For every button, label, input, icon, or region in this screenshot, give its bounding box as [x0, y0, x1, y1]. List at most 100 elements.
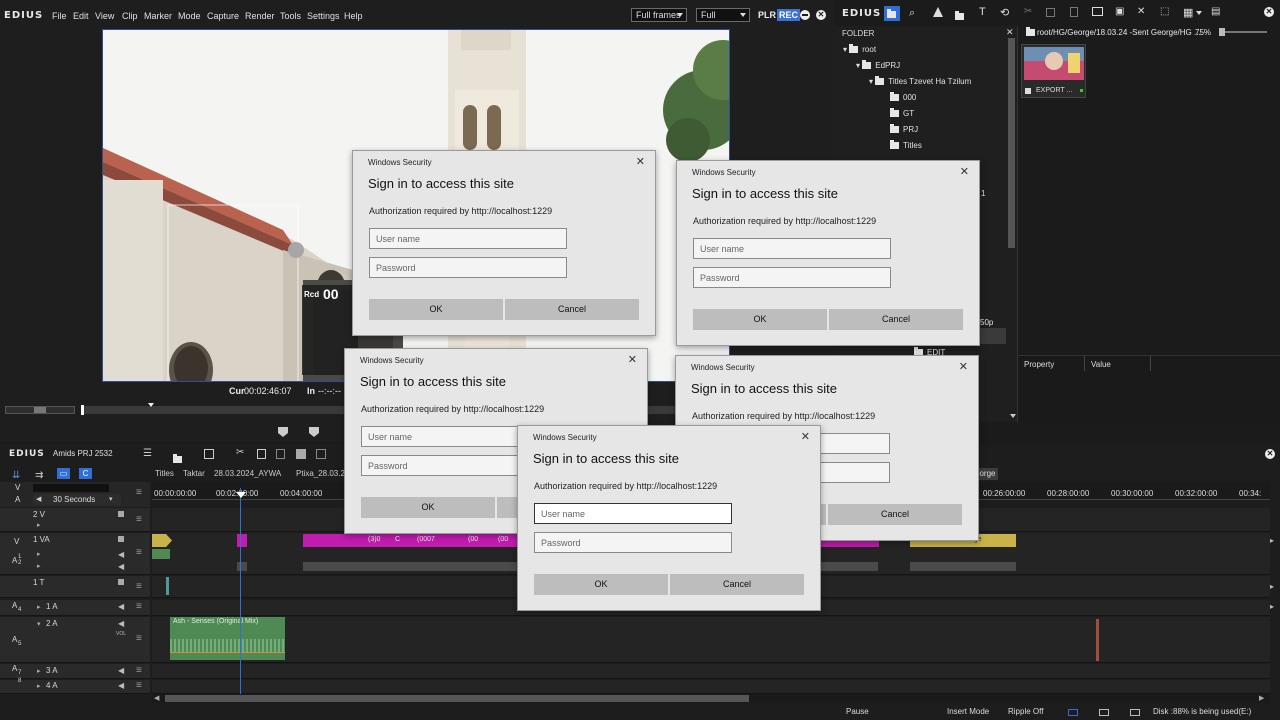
password-input[interactable] — [369, 257, 567, 278]
status-ripple[interactable]: Ripple Off — [1008, 707, 1043, 716]
folder-scroll-down-icon[interactable] — [1010, 414, 1016, 418]
volume-line[interactable] — [170, 652, 285, 653]
collapse-icon[interactable]: ▾ — [37, 620, 41, 628]
monitor-icon[interactable] — [1092, 7, 1103, 16]
speaker-icon[interactable]: ◀ — [118, 681, 124, 690]
track-menu-icon[interactable]: ≡ — [136, 581, 142, 592]
dialog-close-icon[interactable]: ✕ — [959, 360, 968, 373]
title-icon[interactable]: T — [979, 6, 986, 18]
password-input[interactable] — [693, 267, 891, 288]
track-menu-icon[interactable]: ≡ — [136, 665, 142, 676]
scroll-right-icon[interactable]: ▶ — [1259, 694, 1264, 702]
track-menu-icon[interactable]: ≡ — [136, 633, 142, 644]
tab-ptixa[interactable]: Ptixa_28.03.2 — [296, 469, 345, 478]
track-header-2v[interactable]: 2 V ▸ ≡ — [0, 508, 150, 532]
track-lane-4a[interactable] — [152, 680, 1270, 694]
paste-icon[interactable] — [1070, 7, 1078, 17]
tree-item-edprj[interactable]: ▾ EdPRJ — [856, 60, 900, 70]
view-mode-icon[interactable]: ▦ — [1183, 6, 1193, 19]
menu-capture[interactable]: Capture — [207, 11, 239, 21]
username-input[interactable] — [693, 238, 891, 259]
menu-view[interactable]: View — [95, 11, 114, 21]
track-header-1a[interactable]: A 4 ▸ 1 A ◀ ≡ — [0, 600, 150, 616]
audio-clip[interactable] — [237, 562, 247, 571]
clip-thumbnail[interactable]: EXPORT ... — [1021, 44, 1086, 98]
ok-button[interactable]: OK — [693, 309, 827, 330]
track-scroll-icon[interactable]: ▸ — [1270, 536, 1274, 545]
expand-icon[interactable]: ▸ — [37, 562, 41, 570]
header-menu-icon[interactable]: ≡ — [136, 487, 142, 498]
username-input[interactable] — [534, 503, 732, 524]
properties-icon[interactable]: ▣ — [1115, 6, 1124, 17]
playhead-handle-icon[interactable] — [236, 492, 246, 498]
cut-icon[interactable]: ✂ — [1024, 6, 1032, 17]
track-header-1va[interactable]: V A 1 2 1 VA ▸ ▸ ◀ ◀ ≡ — [0, 533, 150, 575]
shuttle-slider[interactable] — [5, 406, 75, 414]
ok-button[interactable]: OK — [369, 299, 503, 320]
dialog-close-icon[interactable]: ✕ — [636, 155, 645, 168]
delete-icon[interactable]: ✕ — [1137, 6, 1145, 17]
view-dropdown-icon[interactable] — [1196, 11, 1202, 15]
close-icon[interactable]: ✕ — [816, 10, 826, 20]
playhead-marker-icon[interactable] — [148, 403, 154, 407]
rec-label[interactable]: REC — [777, 9, 801, 21]
password-input[interactable] — [534, 532, 732, 553]
track-lane-3a[interactable] — [152, 664, 1270, 679]
status-monitor-icon[interactable] — [1068, 709, 1078, 716]
tab-taktar[interactable]: Taktar — [183, 469, 205, 478]
menu-file[interactable]: File — [52, 11, 67, 21]
speaker-icon[interactable]: ◀ — [118, 562, 124, 571]
menu-mode[interactable]: Mode — [178, 11, 201, 21]
folder-scrollbar[interactable] — [1008, 38, 1015, 248]
tree-item-titles[interactable]: Titles — [890, 140, 922, 150]
tree-item-000[interactable]: 000 — [890, 92, 916, 102]
timeline-playhead[interactable] — [240, 488, 241, 694]
track-menu-icon[interactable]: ≡ — [136, 601, 142, 612]
track-scroll-icon[interactable]: ▸ — [1270, 602, 1274, 611]
track-header-3a[interactable]: A 7 ▸ 3 A ◀ ≡ — [0, 664, 150, 679]
visibility-icon[interactable] — [118, 579, 124, 585]
menu-tools[interactable]: Tools — [280, 11, 301, 21]
audio-clip[interactable] — [910, 562, 1016, 571]
ripple-icon[interactable]: ⇊ — [12, 470, 20, 481]
video-clip[interactable] — [152, 534, 172, 547]
visibility-icon[interactable] — [118, 536, 124, 542]
track-header-1t[interactable]: 1 T ≡ — [0, 576, 150, 598]
speaker-icon[interactable]: ◀ — [118, 550, 124, 559]
timeline-paste-icon[interactable] — [276, 449, 285, 459]
frames-select[interactable]: Full frames — [631, 8, 687, 22]
duration-select[interactable]: ◀ 30 Seconds ▾ — [33, 494, 121, 505]
speaker-icon[interactable]: ◀ — [118, 602, 124, 611]
cancel-button[interactable]: Cancel — [829, 309, 963, 330]
track-lane-2a[interactable]: Ash - Senses (Original Mix) — [152, 617, 1270, 663]
mark-out-icon[interactable] — [309, 427, 319, 437]
track-menu-icon[interactable]: ≡ — [136, 514, 142, 525]
group-link-icon[interactable]: ▭ — [57, 468, 70, 479]
dialog-close-icon[interactable]: ✕ — [801, 430, 810, 443]
delete-clip-icon[interactable] — [316, 449, 326, 459]
expand-icon[interactable]: ▸ — [37, 603, 41, 611]
tree-item-gt[interactable]: GT — [890, 108, 914, 118]
audio-clip[interactable] — [1096, 619, 1099, 661]
sync-lock-icon[interactable]: ⇉ — [35, 470, 43, 481]
bag-icon[interactable]: ▤ — [1211, 6, 1220, 17]
menu-clip[interactable]: Clip — [122, 11, 138, 21]
bin-close-icon[interactable]: ✕ — [1264, 7, 1274, 17]
sequence-icon[interactable]: ☰ — [143, 448, 152, 459]
username-input[interactable] — [369, 228, 567, 249]
quality-select[interactable]: Full — [696, 8, 750, 22]
folder-close-icon[interactable]: ✕ — [1006, 27, 1014, 38]
mark-in-icon[interactable] — [278, 427, 288, 437]
cancel-button[interactable]: Cancel — [505, 299, 639, 320]
audio-clip-ash-senses[interactable]: Ash - Senses (Original Mix) — [170, 617, 285, 660]
replace-icon[interactable] — [296, 449, 306, 459]
tab-aywa[interactable]: 28.03.2024_AYWA — [214, 469, 281, 478]
timeline-cut-icon[interactable]: ✂ — [236, 447, 244, 458]
audio-clip[interactable] — [152, 549, 170, 559]
track-menu-icon[interactable]: ≡ — [136, 680, 142, 691]
menu-edit[interactable]: Edit — [73, 11, 89, 21]
zoom-slider[interactable] — [1219, 28, 1267, 36]
plr-label[interactable]: PLR — [758, 10, 776, 20]
tree-item-titles-tzevet[interactable]: ▾ Titles Tzevet Ha Tzilum — [869, 76, 971, 86]
open-folder-icon[interactable] — [955, 11, 964, 20]
